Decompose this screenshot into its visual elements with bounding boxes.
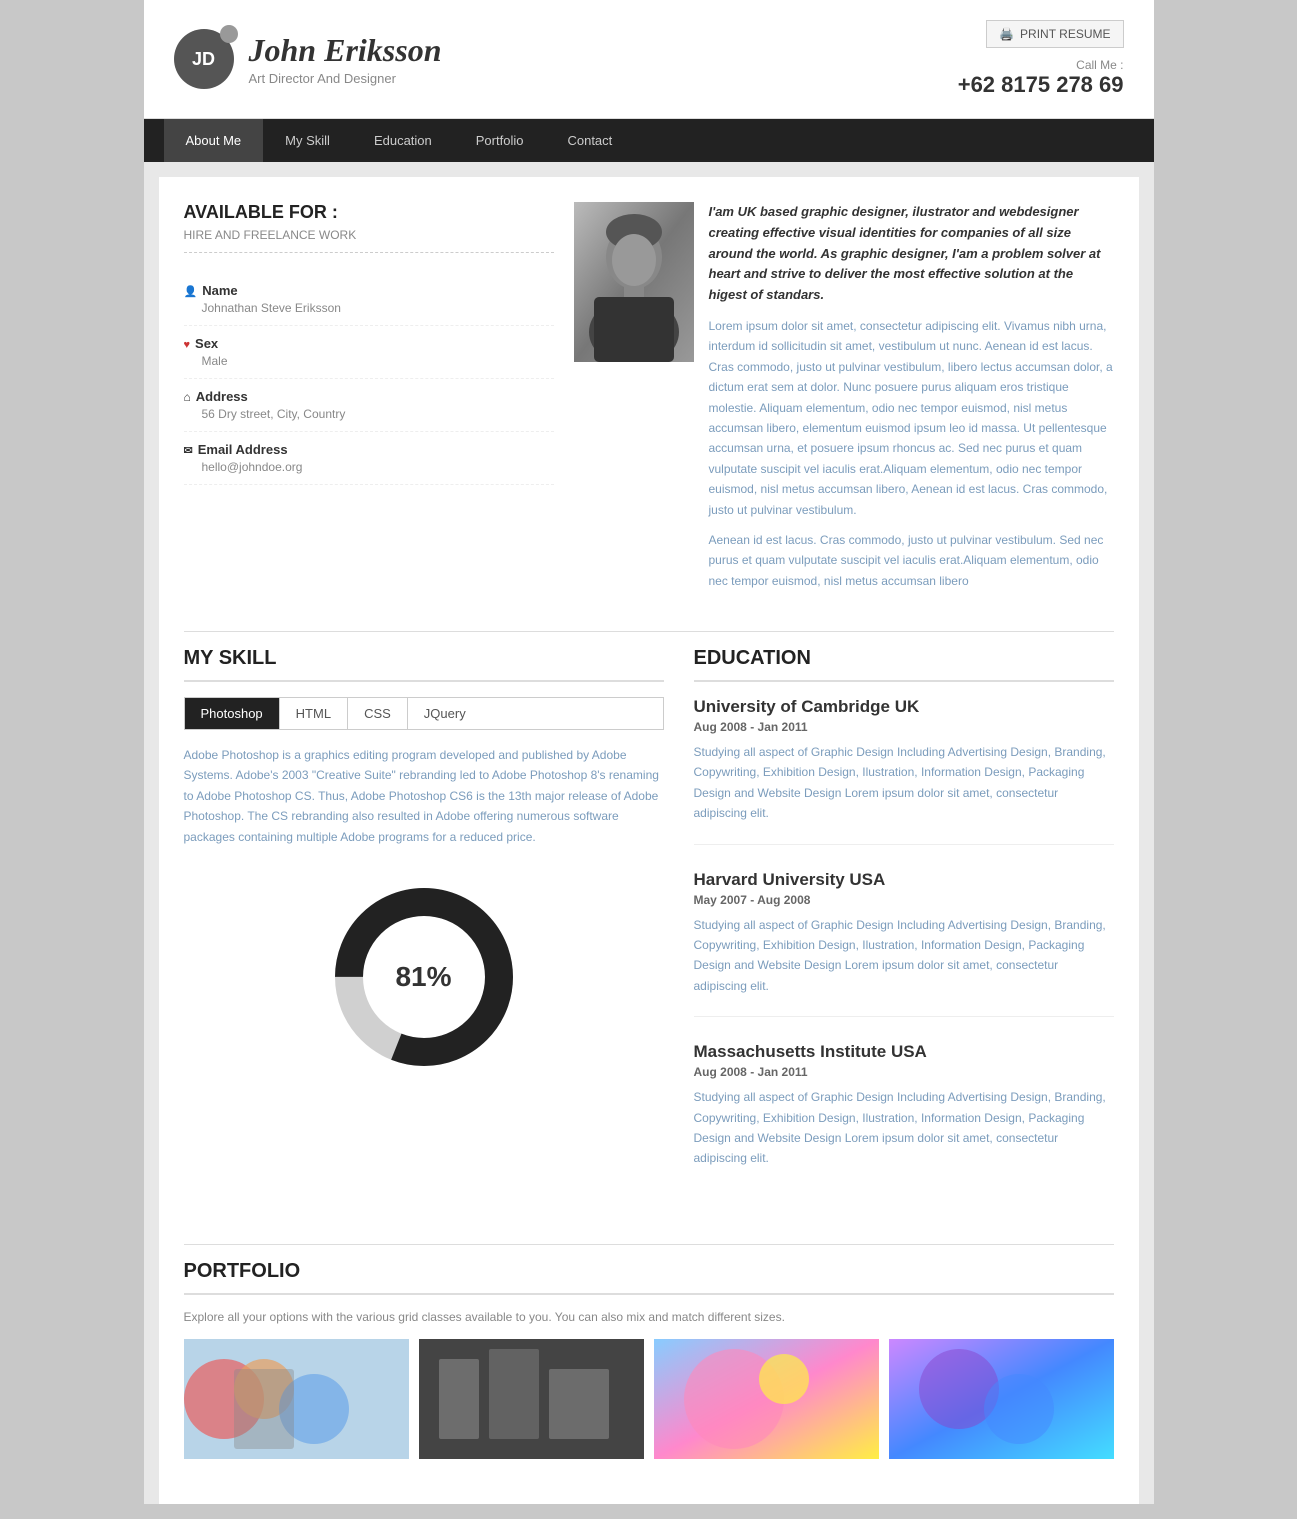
- site-name: John Eriksson: [249, 32, 442, 69]
- divider-2: [184, 1244, 1114, 1245]
- skill-description: Adobe Photoshop is a graphics editing pr…: [184, 745, 664, 847]
- donut-label: 81%: [395, 961, 451, 993]
- edu-desc-2: Studying all aspect of Graphic Design In…: [694, 915, 1114, 997]
- email-value: hello@johndoe.org: [184, 460, 554, 474]
- edu-date-3: Aug 2008 - Jan 2011: [694, 1065, 1114, 1079]
- site-subtitle: Art Director And Designer: [249, 71, 442, 86]
- bio-lorem2-text1: Aenean id est lacus. Cras commodo,: [709, 533, 908, 547]
- call-label: Call Me :: [958, 58, 1124, 72]
- nav-item-about[interactable]: About Me: [164, 119, 264, 162]
- portfolio-item-4[interactable]: [889, 1339, 1114, 1459]
- email-info: Email Address hello@johndoe.org: [184, 432, 554, 485]
- sex-value: Male: [184, 354, 554, 368]
- address-value: 56 Dry street, City, Country: [184, 407, 554, 421]
- tab-html[interactable]: HTML: [280, 698, 348, 729]
- portfolio-item-1[interactable]: [184, 1339, 409, 1459]
- user-icon: [184, 283, 198, 298]
- main-content: AVAILABLE FOR : HIRE AND FREELANCE WORK …: [159, 177, 1139, 1504]
- bio-lorem1: Lorem ipsum dolor sit amet, consectetur …: [709, 316, 1114, 520]
- nav-item-education[interactable]: Education: [352, 119, 454, 162]
- portfolio-subtitle: Explore all your options with the variou…: [184, 1310, 1114, 1324]
- skill-desc-link3: multiple Adobe programs for a reduced pr…: [296, 830, 535, 844]
- name-label: Name: [184, 283, 554, 298]
- print-resume-button[interactable]: 🖨️ PRINT RESUME: [986, 20, 1123, 48]
- avatar: JD: [174, 29, 234, 89]
- bio-lorem2-link2: nisl metus accumsan libero: [824, 574, 969, 588]
- edu-date-1: Aug 2008 - Jan 2011: [694, 720, 1114, 734]
- left-panel: AVAILABLE FOR : HIRE AND FREELANCE WORK …: [184, 202, 554, 601]
- header-right: 🖨️ PRINT RESUME Call Me : +62 8175 278 6…: [958, 20, 1124, 98]
- tab-photoshop[interactable]: Photoshop: [185, 698, 280, 729]
- sex-info: Sex Male: [184, 326, 554, 379]
- sex-label: Sex: [184, 336, 554, 351]
- avatar-initials: JD: [192, 49, 215, 70]
- edu-desc-1: Studying all aspect of Graphic Design In…: [694, 742, 1114, 824]
- bio-lorem1-link1: vestibulum ut nunc.: [879, 339, 982, 353]
- tab-jquery[interactable]: JQuery: [408, 698, 482, 729]
- skill-tabs: Photoshop HTML CSS JQuery: [184, 697, 664, 730]
- bio-intro: I'am UK based graphic designer, ilustrat…: [709, 202, 1114, 306]
- tab-css[interactable]: CSS: [348, 698, 408, 729]
- main-nav: About Me My Skill Education Portfolio Co…: [144, 119, 1154, 162]
- portfolio-grid: [184, 1339, 1114, 1459]
- skill-desc-link2: Adobe Photoshop CS.: [196, 789, 315, 803]
- divider-1: [184, 631, 1114, 632]
- edu-desc-3-text1: Studying all aspect of Graphic Design: [694, 1090, 897, 1104]
- education-panel: EDUCATION University of Cambridge UK Aug…: [694, 647, 1114, 1214]
- bio-text: I'am UK based graphic designer, ilustrat…: [709, 202, 1114, 601]
- nav-item-contact[interactable]: Contact: [545, 119, 634, 162]
- skill-desc-link1: "Creative Suite": [312, 768, 396, 782]
- logo-area: JD John Eriksson Art Director And Design…: [174, 29, 442, 89]
- skills-title: MY SKILL: [184, 647, 664, 682]
- name-title-block: John Eriksson Art Director And Designer: [249, 32, 442, 86]
- available-for: AVAILABLE FOR : HIRE AND FREELANCE WORK: [184, 202, 554, 253]
- skills-edu-section: MY SKILL Photoshop HTML CSS JQuery Adobe…: [184, 647, 1114, 1214]
- portfolio-item-2[interactable]: [419, 1339, 644, 1459]
- edu-uni-3: Massachusetts Institute USA: [694, 1042, 1114, 1062]
- edu-item-2: Harvard University USA May 2007 - Aug 20…: [694, 870, 1114, 1018]
- portfolio-title: PORTFOLIO: [184, 1260, 1114, 1295]
- printer-icon: 🖨️: [999, 27, 1014, 41]
- address-info: Address 56 Dry street, City, Country: [184, 379, 554, 432]
- edu-desc-1-text1: Studying all aspect of Graphic Design: [694, 745, 897, 759]
- profile-photo: [574, 202, 694, 362]
- skills-panel: MY SKILL Photoshop HTML CSS JQuery Adobe…: [184, 647, 664, 1214]
- bio-lorem1-text2: Aenean id est lacus. Cras commodo, justo…: [709, 339, 1113, 516]
- edu-item-1: University of Cambridge UK Aug 2008 - Ja…: [694, 697, 1114, 845]
- edu-desc-2-text1: Studying all aspect of Graphic Design: [694, 918, 897, 932]
- name-info: Name Johnathan Steve Eriksson: [184, 273, 554, 326]
- profile-photo-svg: [574, 202, 694, 362]
- education-title: EDUCATION: [694, 647, 1114, 682]
- edu-uni-2: Harvard University USA: [694, 870, 1114, 890]
- edu-date-2: May 2007 - Aug 2008: [694, 893, 1114, 907]
- right-panel: I'am UK based graphic designer, ilustrat…: [574, 202, 1114, 601]
- heart-icon: [184, 336, 191, 351]
- available-title: AVAILABLE FOR :: [184, 202, 554, 223]
- donut-container: 81%: [184, 867, 664, 1087]
- donut-chart: 81%: [324, 877, 524, 1077]
- portfolio-item-3[interactable]: [654, 1339, 879, 1459]
- about-section: AVAILABLE FOR : HIRE AND FREELANCE WORK …: [184, 202, 1114, 601]
- nav-item-skill[interactable]: My Skill: [263, 119, 352, 162]
- print-label: PRINT RESUME: [1020, 27, 1110, 41]
- nav-item-portfolio[interactable]: Portfolio: [454, 119, 546, 162]
- address-label: Address: [184, 389, 554, 404]
- hire-text: HIRE AND FREELANCE WORK: [184, 228, 554, 253]
- edu-item-3: Massachusetts Institute USA Aug 2008 - J…: [694, 1042, 1114, 1189]
- edu-desc-3: Studying all aspect of Graphic Design In…: [694, 1087, 1114, 1169]
- email-label-item: Email Address: [184, 442, 554, 457]
- bio-lorem2-link1: justo ut pulvinar vestibulum.: [908, 533, 1056, 547]
- email-icon: [184, 442, 193, 457]
- name-value: Johnathan Steve Eriksson: [184, 301, 554, 315]
- phone-number: +62 8175 278 69: [958, 72, 1124, 98]
- bio-lorem2: Aenean id est lacus. Cras commodo, justo…: [709, 530, 1114, 591]
- edu-uni-1: University of Cambridge UK: [694, 697, 1114, 717]
- home-icon: [184, 389, 191, 404]
- header: JD John Eriksson Art Director And Design…: [144, 0, 1154, 119]
- portfolio-section: PORTFOLIO Explore all your options with …: [184, 1260, 1114, 1459]
